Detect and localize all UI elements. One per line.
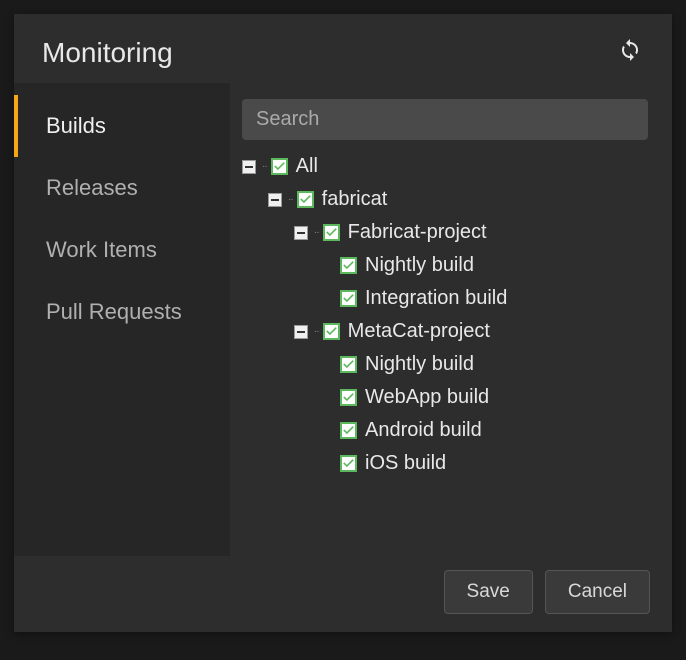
- sidebar-item-label: Work Items: [46, 237, 157, 262]
- tree-node-label[interactable]: WebApp build: [365, 386, 489, 409]
- panel-body: Builds Releases Work Items Pull Requests…: [14, 83, 672, 556]
- main-content: ·· All ·· fabricat ·· Fabricat-project Nightly…: [230, 83, 672, 556]
- tree-connector: ··: [314, 326, 319, 337]
- tree-node: WebApp build: [320, 381, 648, 414]
- tree-node: ·· fabricat: [268, 183, 648, 216]
- sidebar-item-label: Releases: [46, 175, 138, 200]
- panel-footer: Save Cancel: [14, 556, 672, 632]
- tree-node-label[interactable]: iOS build: [365, 452, 446, 475]
- tree-node-label[interactable]: fabricat: [322, 188, 388, 211]
- refresh-icon[interactable]: [612, 32, 648, 73]
- tree-node-label[interactable]: Nightly build: [365, 353, 474, 376]
- tree-node-label[interactable]: All: [296, 155, 318, 178]
- monitoring-panel: Monitoring Builds Releases Work Items Pu…: [14, 14, 672, 632]
- checkbox[interactable]: [340, 290, 357, 307]
- tree-node: ·· All: [242, 150, 648, 183]
- tree-node-label[interactable]: Fabricat-project: [348, 221, 487, 244]
- tree-connector: ··: [288, 194, 293, 205]
- tree-children: Nightly build Integration build: [294, 249, 648, 315]
- checkbox[interactable]: [340, 257, 357, 274]
- tree-node: Nightly build: [320, 348, 648, 381]
- search-input[interactable]: [242, 99, 648, 140]
- panel-header: Monitoring: [14, 14, 672, 83]
- tree-connector: ··: [262, 161, 267, 172]
- collapse-icon[interactable]: [294, 325, 308, 339]
- checkbox[interactable]: [323, 323, 340, 340]
- tree-node: Nightly build: [320, 249, 648, 282]
- sidebar: Builds Releases Work Items Pull Requests: [14, 83, 230, 556]
- tree-node: Android build: [320, 414, 648, 447]
- save-button[interactable]: Save: [444, 570, 533, 614]
- tree-node-label[interactable]: MetaCat-project: [348, 320, 490, 343]
- tree-connector: ··: [314, 227, 319, 238]
- tree-node-label[interactable]: Nightly build: [365, 254, 474, 277]
- checkbox[interactable]: [340, 422, 357, 439]
- sidebar-item-label: Builds: [46, 113, 106, 138]
- build-tree: ·· All ·· fabricat ·· Fabricat-project Nightly…: [242, 150, 648, 480]
- tree-node-label[interactable]: Android build: [365, 419, 482, 442]
- sidebar-item-releases[interactable]: Releases: [14, 157, 230, 219]
- tree-children: ·· Fabricat-project Nightly build Integrati…: [268, 216, 648, 480]
- tree-node: ·· MetaCat-project: [294, 315, 648, 348]
- tree-children: Nightly build WebApp build Android build iO…: [294, 348, 648, 480]
- sidebar-item-pull-requests[interactable]: Pull Requests: [14, 281, 230, 343]
- checkbox[interactable]: [323, 224, 340, 241]
- checkbox[interactable]: [340, 455, 357, 472]
- cancel-button[interactable]: Cancel: [545, 570, 650, 614]
- checkbox[interactable]: [271, 158, 288, 175]
- collapse-icon[interactable]: [294, 226, 308, 240]
- checkbox[interactable]: [340, 356, 357, 373]
- checkbox[interactable]: [297, 191, 314, 208]
- checkbox[interactable]: [340, 389, 357, 406]
- collapse-icon[interactable]: [242, 160, 256, 174]
- collapse-icon[interactable]: [268, 193, 282, 207]
- sidebar-item-work-items[interactable]: Work Items: [14, 219, 230, 281]
- tree-node: Integration build: [320, 282, 648, 315]
- sidebar-item-label: Pull Requests: [46, 299, 182, 324]
- page-title: Monitoring: [42, 37, 173, 69]
- tree-node-label[interactable]: Integration build: [365, 287, 507, 310]
- tree-node: ·· Fabricat-project: [294, 216, 648, 249]
- tree-children: ·· fabricat ·· Fabricat-project Nightly buil…: [242, 183, 648, 480]
- tree-node: iOS build: [320, 447, 648, 480]
- sidebar-item-builds[interactable]: Builds: [14, 95, 230, 157]
